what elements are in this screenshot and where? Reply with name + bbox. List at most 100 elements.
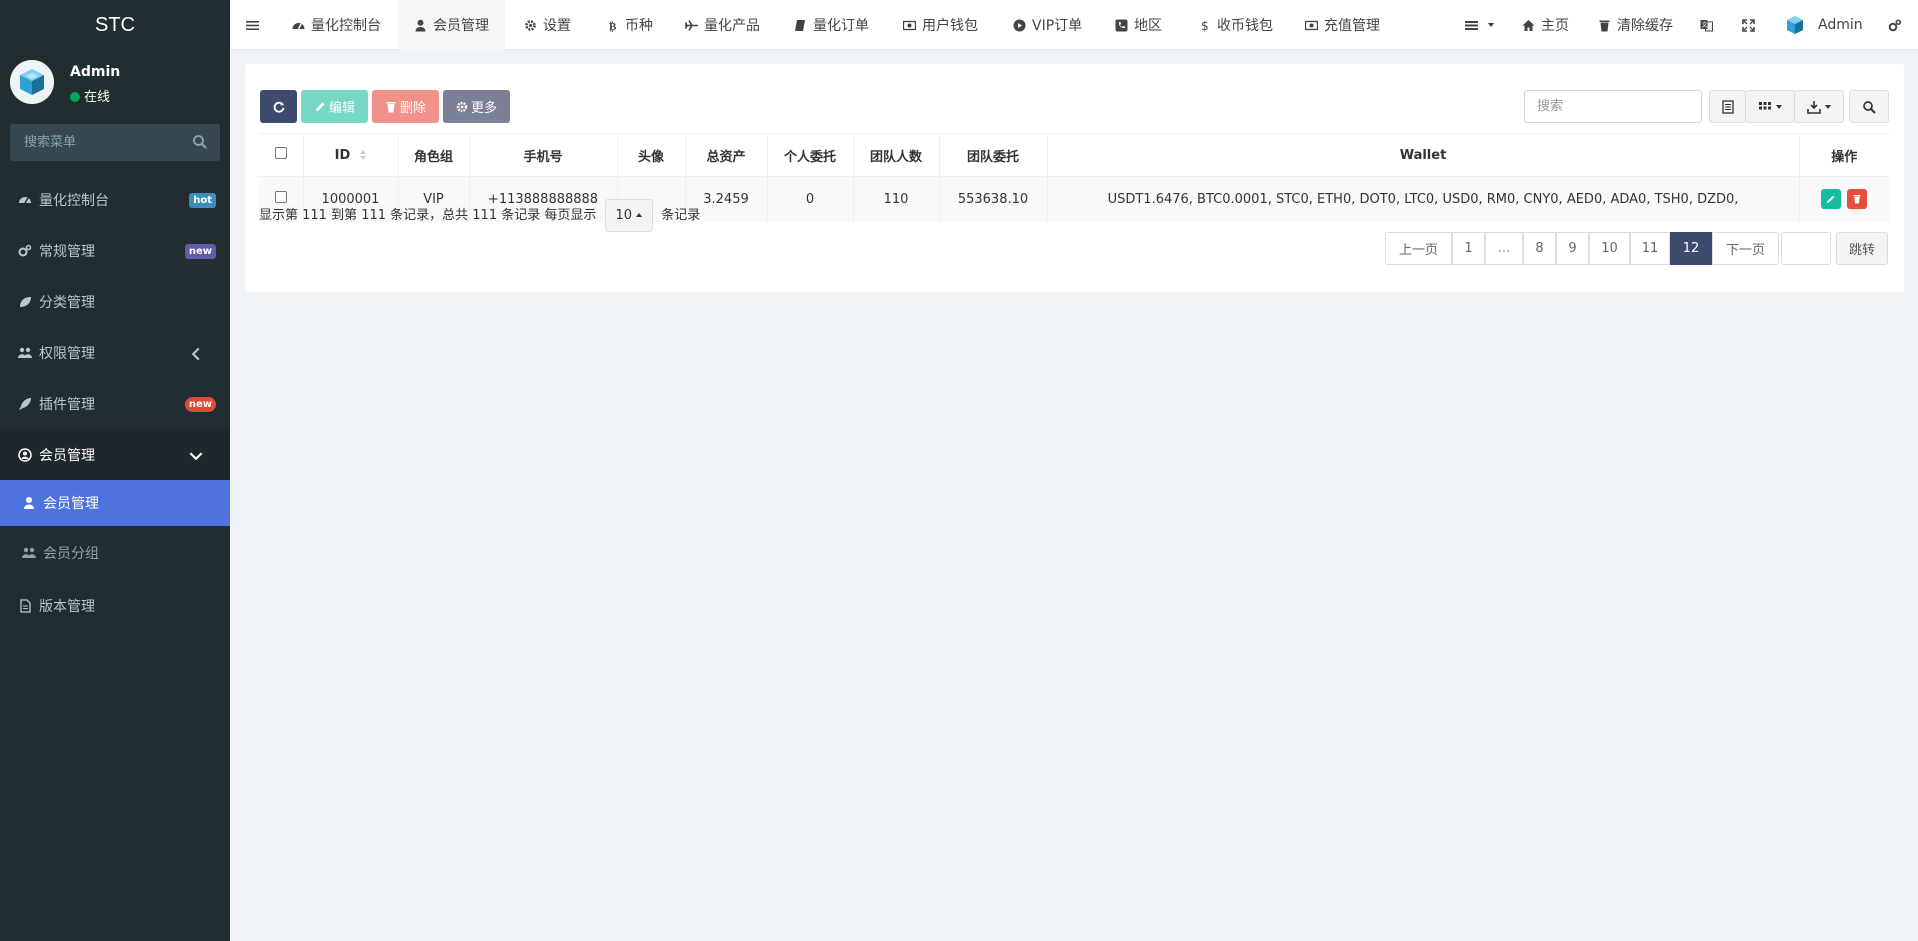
- sidebar-item-general[interactable]: 常规管理 new: [0, 225, 230, 276]
- clear-cache-button[interactable]: 清除缓存: [1598, 0, 1673, 50]
- menu-search-input[interactable]: [10, 124, 180, 161]
- page-size-value: 10: [615, 208, 633, 223]
- users-icon: [22, 547, 36, 558]
- tab-members[interactable]: 会员管理: [398, 0, 505, 50]
- user-name: Admin: [70, 64, 121, 80]
- bitcoin-icon: ₿: [609, 20, 617, 32]
- sidebar-subitem-members[interactable]: 会员管理: [0, 480, 230, 526]
- grid-icon: [1759, 101, 1771, 109]
- settings-button[interactable]: [1888, 0, 1907, 50]
- column-header-id[interactable]: ID: [303, 133, 399, 177]
- page-jump-input[interactable]: [1781, 232, 1831, 265]
- tab-receive-wallet[interactable]: $ 收币钱包: [1198, 0, 1273, 50]
- row-delete-button[interactable]: [1847, 189, 1868, 210]
- svg-text:₿: ₿: [609, 20, 617, 32]
- members-submenu: 会员管理 会员分组: [0, 480, 230, 580]
- admin-menu[interactable]: Admin: [1784, 0, 1863, 50]
- advanced-search-button[interactable]: [1849, 90, 1889, 123]
- sidebar: STC Admin 在线 量化控制台 hot 常规管理 new: [0, 0, 230, 941]
- sidebar-subitem-label: 会员管理: [43, 496, 99, 512]
- content-panel: 编辑 删除 更多 ID 角色组 手机号 头像 总资产 个人委托: [245, 64, 1904, 292]
- clear-cache-label: 清除缓存: [1617, 18, 1673, 34]
- home-label: 主页: [1541, 18, 1569, 34]
- columns-button[interactable]: [1745, 90, 1795, 123]
- page-button-1[interactable]: 1: [1452, 232, 1485, 265]
- sidebar-item-members[interactable]: 会员管理: [0, 429, 230, 480]
- prev-page-button[interactable]: 上一页: [1385, 232, 1452, 265]
- sidebar-subitem-label: 会员分组: [43, 546, 99, 562]
- table-search-input[interactable]: [1524, 90, 1702, 123]
- tab-recharge[interactable]: 充值管理: [1305, 0, 1380, 50]
- cell-actions: [1799, 176, 1889, 222]
- toggle-view-button[interactable]: [1709, 90, 1746, 123]
- leaf-icon: [20, 296, 31, 307]
- row-edit-button[interactable]: [1821, 189, 1842, 210]
- refresh-button[interactable]: [260, 90, 297, 123]
- tab-region[interactable]: 地区: [1115, 0, 1162, 50]
- sidebar-item-auth[interactable]: 权限管理: [0, 327, 230, 378]
- page-button-current[interactable]: 12: [1670, 232, 1712, 265]
- list-icon: [1465, 20, 1478, 30]
- delete-button[interactable]: 删除: [372, 90, 439, 123]
- tab-currency[interactable]: ₿ 币种: [606, 0, 653, 50]
- svg-text:文: 文: [1702, 21, 1708, 29]
- tab-label: VIP订单: [1032, 18, 1083, 34]
- page-button-10[interactable]: 10: [1589, 232, 1630, 265]
- export-button[interactable]: [1794, 90, 1844, 123]
- tab-vip-orders[interactable]: VIP订单: [1013, 0, 1082, 50]
- users-icon: [18, 347, 32, 358]
- cell-personal: 0: [767, 176, 854, 222]
- sidebar-item-versions[interactable]: 版本管理: [0, 580, 230, 631]
- page-button-9[interactable]: 9: [1556, 232, 1589, 265]
- page-jump-button[interactable]: 跳转: [1836, 232, 1888, 265]
- gear-icon: [525, 19, 536, 31]
- page-button-8[interactable]: 8: [1523, 232, 1556, 265]
- sidebar-item-plugins[interactable]: 插件管理 new: [0, 378, 230, 429]
- refresh-icon: [273, 101, 284, 113]
- tab-label: 会员管理: [433, 18, 489, 34]
- avatar[interactable]: [10, 60, 54, 104]
- pencil-icon: [1827, 195, 1835, 204]
- menu-search: [10, 124, 220, 161]
- sidebar-item-label: 分类管理: [39, 294, 95, 311]
- expand-icon: [1742, 18, 1755, 32]
- tab-label: 地区: [1134, 18, 1162, 34]
- app-logo[interactable]: STC: [0, 0, 230, 50]
- dashboard-icon: [19, 196, 31, 203]
- sidebar-item-dashboard[interactable]: 量化控制台 hot: [0, 174, 230, 225]
- search-icon[interactable]: [192, 134, 208, 150]
- tab-dashboard[interactable]: 量化控制台: [292, 0, 381, 50]
- user-status-text: 在线: [84, 90, 111, 105]
- edit-button[interactable]: 编辑: [301, 90, 368, 123]
- page-size-select[interactable]: 10: [604, 199, 654, 232]
- select-all-checkbox[interactable]: [274, 147, 287, 159]
- select-all-header: [259, 133, 304, 177]
- chevron-left-icon: [191, 347, 200, 361]
- tab-products[interactable]: 量化产品: [685, 0, 760, 50]
- language-button[interactable]: 文: [1700, 0, 1719, 50]
- trash-icon: [1853, 195, 1861, 204]
- home-link[interactable]: 主页: [1522, 0, 1569, 50]
- top-nav: 量化控制台 会员管理 设置 ₿ 币种 量化产品 量化订单 用户钱包 VIP订单 …: [230, 0, 1918, 50]
- cogs-icon: [1888, 19, 1901, 31]
- tab-settings[interactable]: 设置: [524, 0, 571, 50]
- cell-wallet: USDT1.6476, BTC0.0001, STC0, ETH0, DOT0,…: [1047, 176, 1800, 222]
- more-button[interactable]: 更多: [443, 90, 510, 123]
- sidebar-menu: 量化控制台 hot 常规管理 new 分类管理 权限管理 插件管理 new 会员…: [0, 174, 230, 631]
- tab-orders[interactable]: 量化订单: [794, 0, 869, 50]
- sidebar-subitem-member-groups[interactable]: 会员分组: [0, 526, 230, 580]
- sidebar-item-label: 会员管理: [39, 447, 95, 464]
- sidebar-item-category[interactable]: 分类管理: [0, 276, 230, 327]
- next-page-button[interactable]: 下一页: [1712, 232, 1779, 265]
- page-button-11[interactable]: 11: [1630, 232, 1670, 265]
- sidebar-item-label: 量化控制台: [39, 192, 109, 209]
- fullscreen-button[interactable]: [1742, 0, 1761, 50]
- sort-icon: [360, 149, 367, 160]
- tab-user-wallet[interactable]: 用户钱包: [903, 0, 978, 50]
- cube-avatar-icon: [1787, 16, 1803, 34]
- sidebar-toggle[interactable]: [246, 0, 265, 50]
- column-header-assets: 总资产: [685, 133, 768, 177]
- cell-team-count: 110: [853, 176, 940, 222]
- tabs-dropdown[interactable]: [1465, 0, 1494, 50]
- user-panel: Admin 在线: [0, 50, 230, 118]
